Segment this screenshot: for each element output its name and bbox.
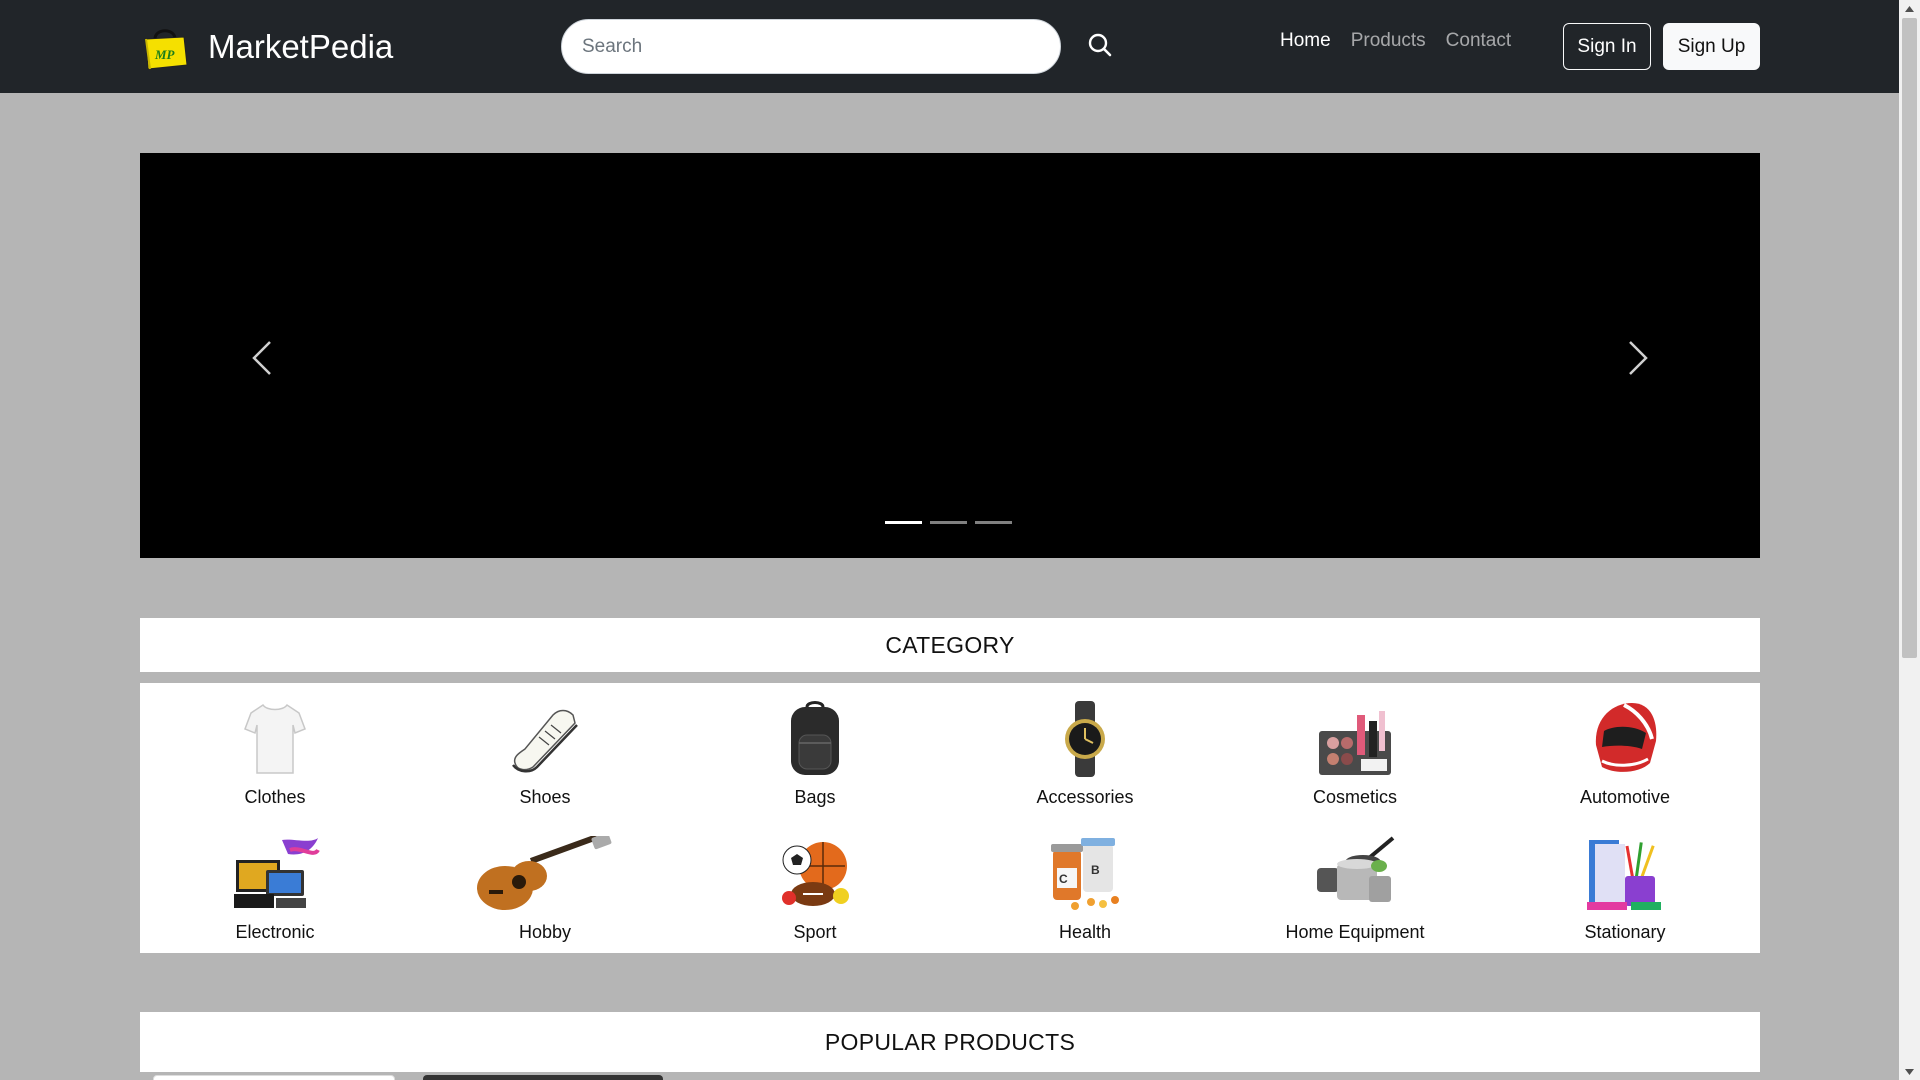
category-label: Cosmetics xyxy=(1312,787,1397,807)
category-label: Automotive xyxy=(1579,787,1671,807)
sports-balls-icon xyxy=(779,836,851,912)
category-health[interactable]: C B Health xyxy=(950,818,1220,953)
category-hobby[interactable]: Hobby xyxy=(410,818,680,953)
svg-text:B: B xyxy=(1091,863,1100,877)
popular-products-title: POPULAR PRODUCTS xyxy=(140,1012,1760,1072)
search-input[interactable] xyxy=(562,20,1060,73)
brand-link[interactable]: MP MarketPedia xyxy=(140,20,393,74)
category-electronic[interactable]: Electronic xyxy=(140,818,410,953)
category-label: Hobby xyxy=(518,922,572,942)
navbar: MP MarketPedia Home Products Contact Sig… xyxy=(0,0,1899,93)
category-label: Electronic xyxy=(235,922,315,942)
brand-name: MarketPedia xyxy=(208,28,394,65)
carousel-indicators xyxy=(885,521,1012,524)
carousel-indicator[interactable] xyxy=(975,521,1012,524)
helmet-icon xyxy=(1590,701,1660,777)
category-label: Health xyxy=(1058,922,1112,942)
category-label: Stationary xyxy=(1584,922,1666,942)
nav-link-contact[interactable]: Contact xyxy=(1446,30,1511,52)
category-sport[interactable]: Sport xyxy=(680,818,950,953)
tshirt-icon xyxy=(243,701,307,777)
nav-links: Home Products Contact xyxy=(1280,30,1511,52)
category-accessories[interactable]: Accessories xyxy=(950,683,1220,818)
category-bags[interactable]: Bags xyxy=(680,683,950,818)
product-card[interactable] xyxy=(153,1075,395,1080)
vertical-scrollbar[interactable] xyxy=(1899,0,1920,1080)
product-card[interactable] xyxy=(423,1075,663,1080)
hero-carousel xyxy=(140,153,1760,558)
search-icon[interactable] xyxy=(1085,28,1115,62)
guitar-icon xyxy=(475,836,615,912)
cosmetics-icon xyxy=(1317,701,1393,777)
vitamins-icon: C B xyxy=(1045,836,1125,912)
category-cosmetics[interactable]: Cosmetics xyxy=(1220,683,1490,818)
category-home-equipment[interactable]: Home Equipment xyxy=(1220,818,1490,953)
scroll-up-arrow-icon[interactable] xyxy=(1899,0,1920,17)
scrollbar-thumb[interactable] xyxy=(1902,18,1917,658)
sign-up-button[interactable]: Sign Up xyxy=(1663,23,1760,70)
svg-text:C: C xyxy=(1059,872,1068,886)
category-clothes[interactable]: Clothes xyxy=(140,683,410,818)
logo-text: MP xyxy=(154,47,176,62)
nav-link-home[interactable]: Home xyxy=(1280,30,1331,52)
backpack-icon xyxy=(787,701,843,777)
category-label: Home Equipment xyxy=(1285,922,1425,942)
carousel-indicator[interactable] xyxy=(885,521,922,524)
search-box xyxy=(561,19,1061,74)
scroll-down-arrow-icon[interactable] xyxy=(1899,1063,1920,1080)
category-label: Sport xyxy=(793,922,837,942)
electronics-icon xyxy=(230,836,320,912)
shopping-bag-logo-icon: MP xyxy=(140,23,190,71)
stationery-icon xyxy=(1585,836,1665,912)
sign-in-button[interactable]: Sign In xyxy=(1563,23,1651,70)
chevron-left-icon[interactable] xyxy=(232,323,292,393)
sneaker-icon xyxy=(509,701,581,777)
category-label: Shoes xyxy=(519,787,571,807)
category-stationary[interactable]: Stationary xyxy=(1490,818,1760,953)
watch-icon xyxy=(1060,701,1110,777)
nav-link-products[interactable]: Products xyxy=(1351,30,1426,52)
carousel-indicator[interactable] xyxy=(930,521,967,524)
category-grid: Clothes Shoes Bags Accessories Cosmetics… xyxy=(140,683,1760,953)
cookware-icon xyxy=(1315,836,1395,912)
category-automotive[interactable]: Automotive xyxy=(1490,683,1760,818)
chevron-right-icon[interactable] xyxy=(1608,323,1668,393)
category-label: Clothes xyxy=(244,787,306,807)
category-label: Bags xyxy=(794,787,836,807)
category-shoes[interactable]: Shoes xyxy=(410,683,680,818)
category-label: Accessories xyxy=(1036,787,1134,807)
category-title: CATEGORY xyxy=(140,618,1760,672)
page: MP MarketPedia Home Products Contact Sig… xyxy=(0,0,1899,1080)
